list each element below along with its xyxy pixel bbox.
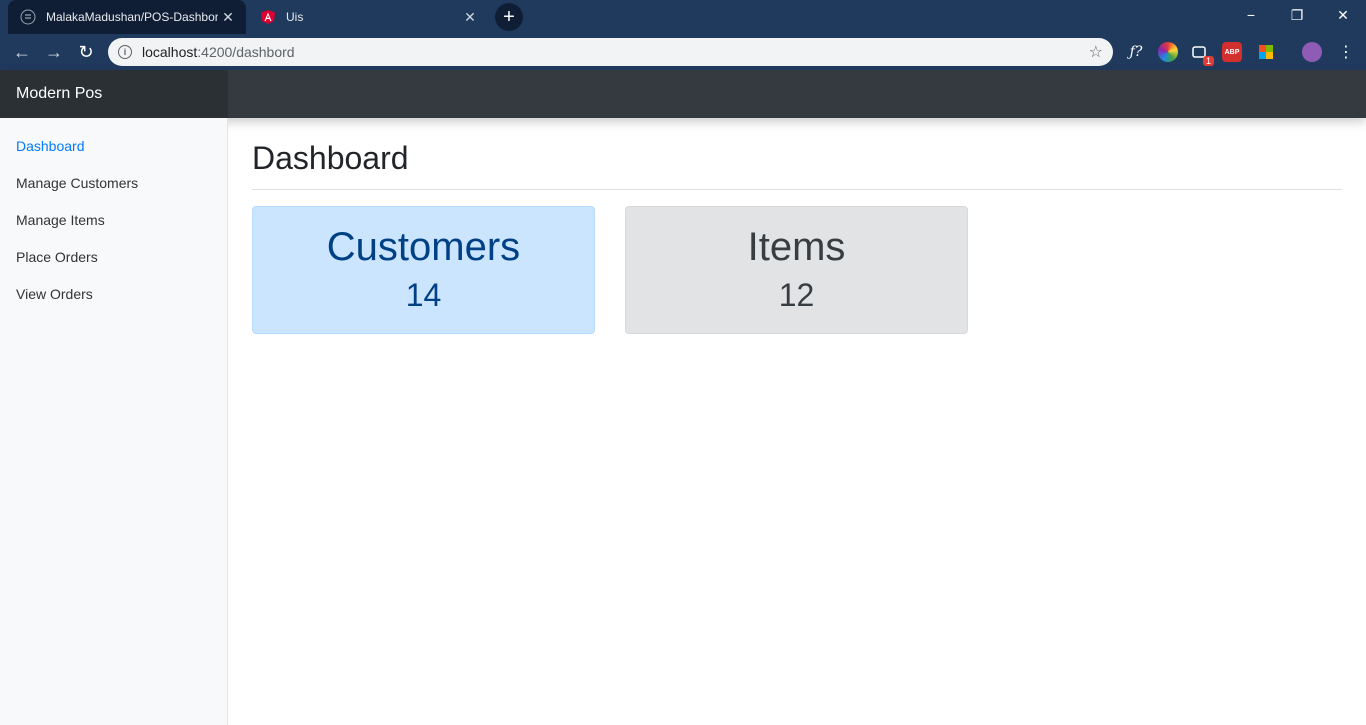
tab-close-icon[interactable]: ✕	[460, 7, 480, 27]
customers-card: Customers 14	[252, 206, 595, 334]
sidebar: Dashboard Manage Customers Manage Items …	[0, 118, 228, 725]
office-extension-icon[interactable]	[1256, 42, 1276, 62]
divider	[252, 189, 1342, 190]
page-title: Dashboard	[252, 140, 409, 176]
main-content: Dashboard Customers 14 Items 12	[252, 118, 1342, 336]
tab-title: MalakaMadushan/POS-Dashbord	[46, 10, 218, 24]
address-bar[interactable]: i localhost:4200/dashbord ☆	[108, 38, 1113, 66]
extension-badge: 1	[1202, 56, 1214, 66]
close-window-icon[interactable]: ✕	[1320, 0, 1366, 30]
github-icon	[20, 9, 36, 25]
screenshot-extension-icon[interactable]: 1	[1190, 42, 1214, 66]
color-picker-extension-icon[interactable]	[1158, 42, 1178, 62]
stat-cards: Customers 14 Items 12	[252, 206, 1342, 336]
sidebar-item-view-orders[interactable]: View Orders	[0, 276, 227, 313]
formula-extension-icon[interactable]: ƒ?	[1126, 42, 1146, 62]
browser-toolbar: ← → ↻ i localhost:4200/dashbord ☆ ƒ? 1 A…	[0, 34, 1366, 70]
tab-github[interactable]: MalakaMadushan/POS-Dashbord ✕	[8, 0, 246, 34]
forward-icon[interactable]: →	[42, 40, 66, 64]
avatar[interactable]	[1302, 42, 1322, 62]
sidebar-item-dashboard[interactable]: Dashboard	[0, 128, 227, 165]
card-count: 12	[778, 277, 815, 313]
address-path: :4200/dashbord	[197, 44, 295, 60]
new-tab-button[interactable]: +	[495, 3, 523, 31]
sidebar-item-manage-items[interactable]: Manage Items	[0, 202, 227, 239]
app-header: Modern Pos	[0, 70, 1366, 118]
tab-close-icon[interactable]: ✕	[218, 7, 238, 27]
items-card: Items 12	[625, 206, 968, 334]
minimize-icon[interactable]: −	[1228, 0, 1274, 30]
menu-dots-icon[interactable]: ⋮	[1336, 42, 1356, 62]
adblock-icon[interactable]: ABP	[1222, 42, 1242, 62]
brand[interactable]: Modern Pos	[0, 70, 228, 118]
reload-icon[interactable]: ↻	[74, 40, 98, 64]
restore-icon[interactable]: ❐	[1274, 0, 1320, 30]
address-host: localhost	[142, 44, 198, 60]
tab-uis[interactable]: Uis ✕	[248, 0, 488, 34]
sidebar-item-manage-customers[interactable]: Manage Customers	[0, 165, 227, 202]
angular-icon	[260, 9, 276, 25]
bookmark-star-icon[interactable]: ☆	[1089, 42, 1103, 62]
card-label: Items	[747, 225, 846, 269]
tab-title: Uis	[286, 10, 304, 24]
browser-tabstrip: MalakaMadushan/POS-Dashbord ✕ Uis ✕ + − …	[0, 0, 1366, 34]
card-count: 14	[405, 277, 442, 313]
sidebar-item-place-orders[interactable]: Place Orders	[0, 239, 227, 276]
card-label: Customers	[326, 225, 521, 269]
back-icon[interactable]: ←	[10, 40, 34, 64]
info-icon[interactable]: i	[118, 45, 132, 59]
